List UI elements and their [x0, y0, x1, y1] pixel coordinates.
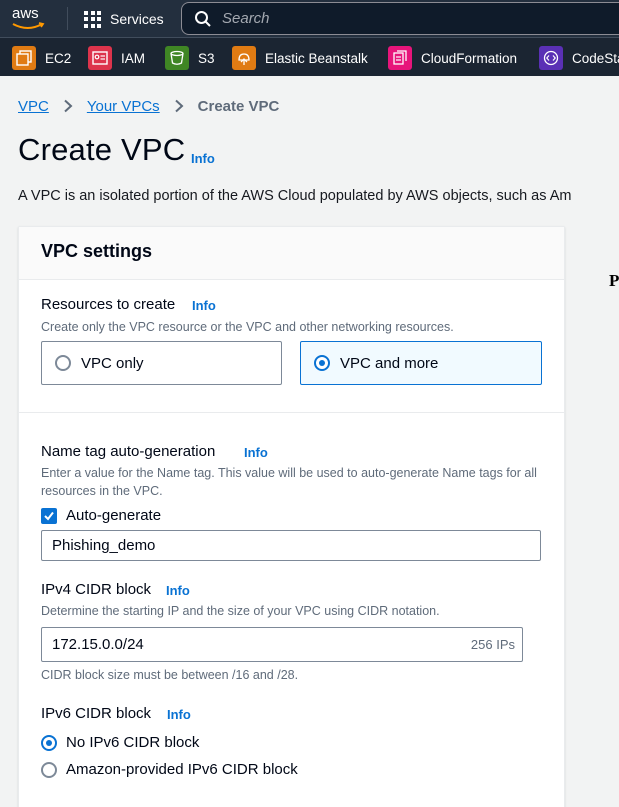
favorite-elastic-beanstalk[interactable]: Elastic Beanstalk [232, 45, 368, 71]
panel-title: VPC settings [41, 241, 153, 261]
services-grid-icon [84, 10, 101, 28]
ipv4-ip-count: 256 IPs [470, 637, 515, 652]
option-amazon-ipv6[interactable]: Amazon-provided IPv6 CIDR block [41, 761, 298, 778]
breadcrumb-current: Create VPC [197, 97, 280, 115]
cloudformation-icon [388, 46, 412, 70]
favorites-bar: EC2 IAM S3 Elastic Beanstalk CloudFormat… [0, 37, 619, 76]
aws-smile-icon [12, 22, 45, 29]
ipv6-label: IPv6 CIDR block [41, 705, 152, 722]
radio-no-ipv6[interactable] [41, 734, 57, 751]
services-label: Services [110, 11, 164, 27]
search-placeholder: Search [222, 10, 270, 27]
name-tag-hint: Enter a value for the Name tag. This val… [41, 466, 537, 498]
name-tag-label: Name tag auto-generation [41, 443, 216, 460]
page-description: A VPC is an isolated portion of the AWS … [18, 188, 572, 204]
section-divider [19, 412, 564, 413]
favorite-iam[interactable]: IAM [88, 45, 145, 71]
aws-logo[interactable]: aws [12, 4, 48, 32]
chevron-right-icon [174, 99, 184, 113]
resources-info-link[interactable]: Info [192, 298, 216, 313]
search-input[interactable]: Search [181, 2, 619, 35]
radio-vpc-and-more[interactable] [314, 355, 330, 371]
ipv4-constraint: CIDR block size must be between /16 and … [41, 668, 299, 682]
breadcrumb: VPC Your VPCs Create VPC [18, 96, 279, 116]
ipv4-label: IPv4 CIDR block [41, 581, 152, 598]
breadcrumb-link-vpc[interactable]: VPC [18, 98, 49, 115]
breadcrumb-link-your-vpcs[interactable]: Your VPCs [87, 98, 160, 115]
option-vpc-and-more[interactable]: VPC and more [300, 341, 542, 385]
ec2-icon [12, 46, 36, 70]
favorite-codestar[interactable]: CodeSta [539, 45, 619, 71]
right-panel-heading: P [609, 271, 619, 290]
resources-label: Resources to create [41, 296, 176, 313]
name-tag-input[interactable]: Phishing_demo [41, 530, 541, 561]
checkmark-icon [44, 511, 54, 521]
auto-generate-checkbox[interactable] [41, 507, 57, 524]
option-no-ipv6[interactable]: No IPv6 CIDR block [41, 734, 199, 751]
iam-icon [88, 46, 112, 70]
ipv4-info-link[interactable]: Info [166, 583, 190, 598]
favorite-s3[interactable]: S3 [165, 45, 215, 71]
radio-amazon-ipv6[interactable] [41, 761, 57, 778]
panel-header: VPC settings [19, 227, 564, 280]
vpc-settings-panel: VPC settings Resources to create Info Cr… [18, 226, 565, 807]
s3-icon [165, 46, 189, 70]
ipv6-info-link[interactable]: Info [167, 707, 191, 722]
services-menu-button[interactable]: Services [84, 8, 164, 30]
auto-generate-checkbox-row[interactable]: Auto-generate [41, 507, 161, 524]
chevron-right-icon [63, 99, 73, 113]
favorite-ec2[interactable]: EC2 [12, 45, 71, 71]
auto-generate-label: Auto-generate [66, 507, 162, 524]
name-tag-info-link[interactable]: Info [244, 445, 268, 460]
ipv4-hint: Determine the starting IP and the size o… [41, 604, 440, 618]
radio-vpc-only[interactable] [55, 355, 71, 371]
resources-hint: Create only the VPC resource or the VPC … [41, 320, 454, 334]
codestar-icon [539, 46, 563, 70]
ipv4-cidr-input[interactable]: 172.15.0.0/24 256 IPs [41, 627, 523, 662]
ipv4-cidr-value: 172.15.0.0/24 [52, 636, 144, 653]
favorite-cloudformation[interactable]: CloudFormation [388, 45, 517, 71]
option-vpc-only[interactable]: VPC only [41, 341, 282, 385]
page-title: Create VPC [18, 132, 186, 167]
search-icon [195, 10, 211, 27]
top-navigation: aws Services Search [0, 0, 619, 37]
name-tag-value: Phishing_demo [52, 537, 156, 554]
elastic-beanstalk-icon [232, 46, 256, 70]
page-info-link[interactable]: Info [191, 151, 215, 166]
